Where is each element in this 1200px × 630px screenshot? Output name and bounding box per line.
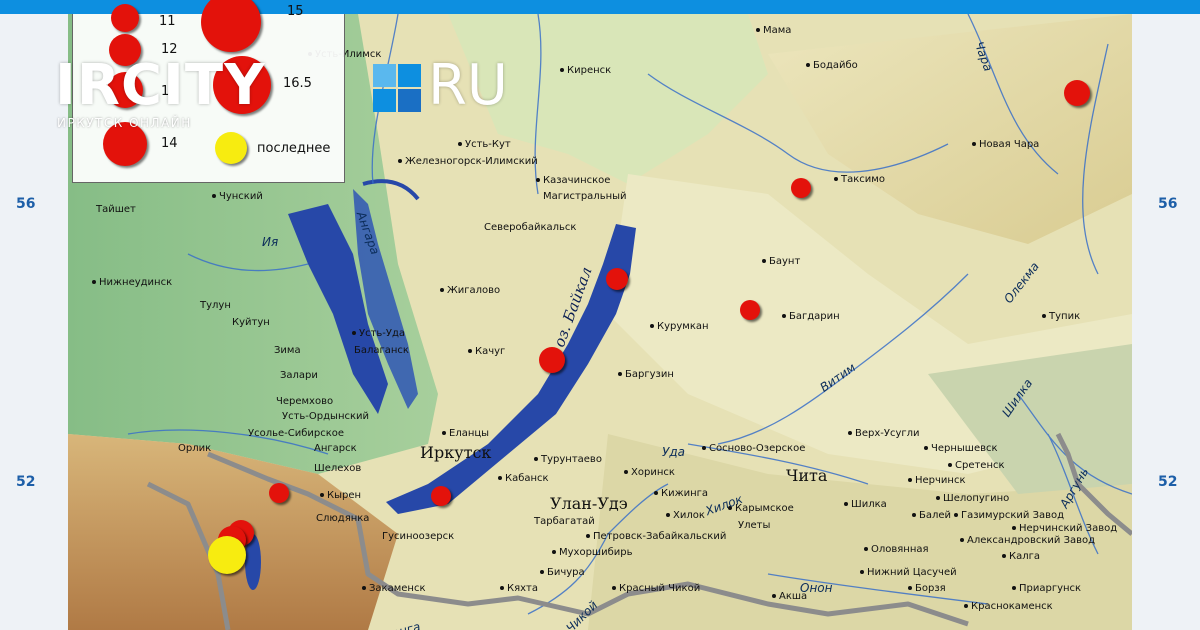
- legend-label: 11: [159, 14, 176, 29]
- river-label: Онон: [800, 581, 833, 595]
- city-label: Кабанск: [498, 474, 549, 484]
- latest-earthquake-marker[interactable]: [208, 536, 246, 574]
- city-label: Гусиноозерск: [382, 531, 455, 542]
- legend-swatch: [111, 4, 139, 32]
- city-label: Мухоршибирь: [552, 548, 633, 558]
- logo-tagline: ИРКУТСК ОНЛАЙН: [57, 116, 192, 130]
- city-label: Слюдянка: [316, 513, 370, 524]
- river-label: Уда: [662, 445, 685, 459]
- city-label: Курумкан: [650, 322, 709, 332]
- city-label: Усть-Уда: [352, 329, 405, 339]
- city-label: Зима: [274, 345, 301, 356]
- city-label: Тайшет: [96, 204, 136, 215]
- city-label: Приаргунск: [1012, 584, 1081, 594]
- city-label: Красный Чикой: [612, 584, 700, 594]
- city-label: Бичура: [540, 568, 585, 578]
- city-label: Мама: [756, 26, 791, 36]
- city-label: Орлик: [178, 443, 212, 454]
- city-label: Шилка: [844, 500, 887, 510]
- earthquake-marker[interactable]: [740, 300, 760, 320]
- earthquake-marker[interactable]: [539, 347, 565, 373]
- major-city-label: Иркутск: [420, 443, 492, 462]
- city-label: Северобайкальск: [484, 222, 577, 233]
- city-label: Улеты: [738, 520, 771, 531]
- latitude-label-52-left: 52: [16, 474, 36, 490]
- city-label: Тупик: [1042, 312, 1080, 322]
- river-label: Ия: [262, 235, 279, 249]
- city-label: Кижинга: [654, 489, 708, 499]
- city-label: Нерчинский Завод: [1012, 524, 1117, 534]
- legend-label: 15: [287, 4, 304, 19]
- legend-swatch-latest: [215, 132, 247, 164]
- city-label: Сосново-Озерское: [702, 444, 805, 454]
- major-city-label: Улан-Удэ: [550, 494, 628, 513]
- city-label: Сретенск: [948, 461, 1005, 471]
- city-label: Нерчинск: [908, 476, 966, 486]
- city-label: Тарбагатай: [534, 516, 595, 527]
- city-label: Александровский Завод: [960, 536, 1095, 546]
- city-label: Тулун: [200, 300, 231, 311]
- city-label: Багдарин: [782, 312, 840, 322]
- logo-wordmark: IRCITY: [55, 53, 266, 118]
- city-label: Киренск: [560, 66, 611, 76]
- city-label: Нижний Цасучей: [860, 568, 957, 578]
- city-label: Чернышевск: [924, 444, 998, 454]
- city-label: Закаменск: [362, 584, 425, 594]
- city-label: Жигалово: [440, 286, 500, 296]
- city-label: Шелехов: [314, 463, 362, 474]
- top-bar: [0, 0, 1200, 14]
- earthquake-marker[interactable]: [269, 483, 289, 503]
- city-label: Новая Чара: [972, 140, 1039, 150]
- city-label: Таксимо: [834, 175, 885, 185]
- logo-squares-icon: [373, 64, 421, 112]
- earthquake-marker[interactable]: [431, 486, 451, 506]
- city-label: Качуг: [468, 347, 505, 357]
- city-label: Калга: [1002, 552, 1040, 562]
- city-label: Черемхово: [276, 396, 334, 407]
- logo-domain: RU: [428, 53, 508, 118]
- legend-label: 16.5: [283, 76, 312, 91]
- earthquake-marker[interactable]: [1064, 80, 1090, 106]
- earthquake-marker[interactable]: [606, 268, 628, 290]
- city-label: Усолье-Сибирское: [248, 428, 345, 439]
- city-label: Казачинское: [536, 176, 610, 186]
- city-label: Залари: [280, 370, 318, 381]
- latitude-label-52-right: 52: [1158, 474, 1178, 490]
- city-label: Хоринск: [624, 468, 675, 478]
- city-label: Петровск-Забайкальский: [586, 532, 726, 542]
- major-city-label: Чита: [786, 466, 828, 485]
- city-label: Оловянная: [864, 545, 929, 555]
- city-label: Шелопугино: [936, 494, 1009, 504]
- city-label: Бодайбо: [806, 61, 858, 71]
- earthquake-marker[interactable]: [791, 178, 811, 198]
- city-label: Борзя: [908, 584, 946, 594]
- city-label: Усть-Кут: [458, 140, 511, 150]
- city-label: Ангарск: [314, 443, 357, 454]
- city-label: Газимурский Завод: [954, 511, 1064, 521]
- legend-swatch: [201, 0, 261, 52]
- latitude-label-56-left: 56: [16, 196, 36, 212]
- city-label: Балаганск: [354, 345, 409, 356]
- latitude-label-56-right: 56: [1158, 196, 1178, 212]
- city-label: Кяхта: [500, 584, 538, 594]
- city-label: Магистральный: [543, 191, 627, 202]
- city-label: Турунтаево: [534, 455, 602, 465]
- city-label: Кырен: [320, 491, 361, 501]
- city-label: Усть-Ордынский: [282, 411, 370, 422]
- city-label: Куйтун: [232, 317, 270, 328]
- city-label: Нижнеудинск: [92, 278, 172, 288]
- legend-label: последнее: [257, 141, 331, 156]
- city-label: Баунт: [762, 257, 800, 267]
- city-label: Еланцы: [442, 429, 489, 439]
- city-label: Баргузин: [618, 370, 674, 380]
- city-label: Хилок: [666, 511, 705, 521]
- city-label: Балей: [912, 511, 951, 521]
- city-label: Краснокаменск: [964, 602, 1053, 612]
- city-label: Железногорск-Илимский: [398, 157, 538, 167]
- city-label: Верх-Усугли: [848, 429, 920, 439]
- city-label: Чунский: [212, 192, 263, 202]
- legend-label: 14: [161, 136, 178, 151]
